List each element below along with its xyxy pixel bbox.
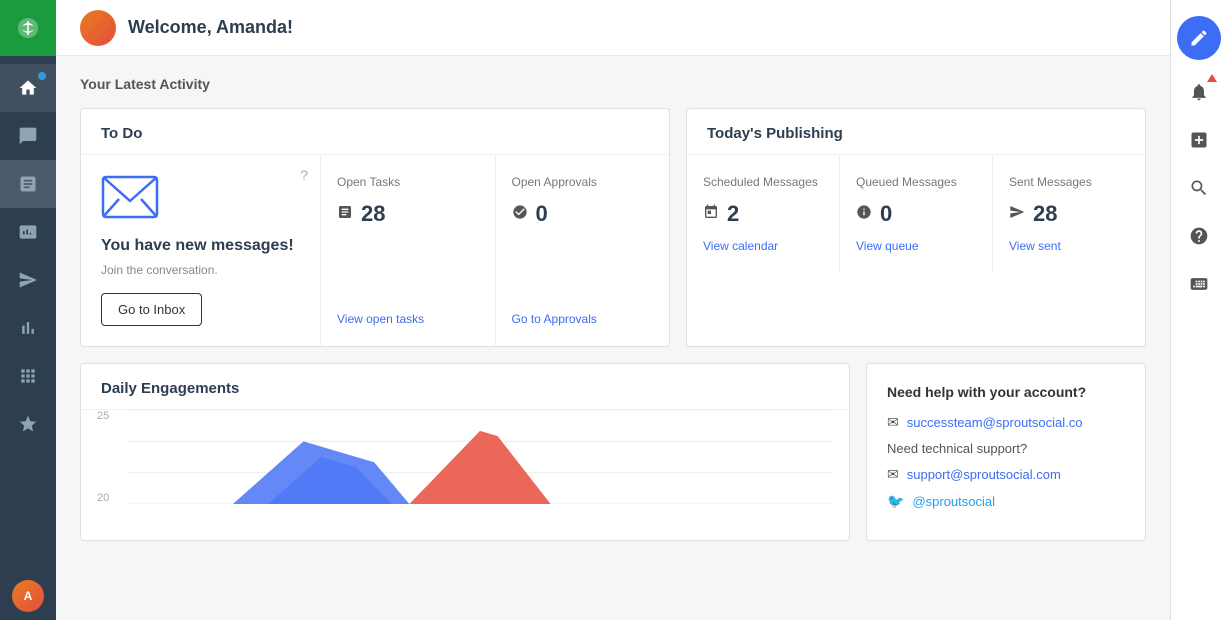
chart-svg-area (127, 410, 833, 504)
view-sent-link[interactable]: View sent (1009, 239, 1129, 253)
open-tasks-value-row: 28 (337, 201, 479, 227)
mail-envelope-icon (101, 175, 159, 219)
queued-label: Queued Messages (856, 175, 976, 189)
header-avatar (80, 10, 116, 46)
chart-container: 25 20 (81, 410, 849, 520)
twitter-link[interactable]: @sproutsocial (912, 494, 995, 509)
queue-icon (856, 204, 872, 225)
sidebar-item-apps[interactable] (0, 352, 56, 400)
approvals-icon (512, 204, 528, 225)
scheduled-col: Scheduled Messages 2 View calendar (687, 155, 840, 273)
sidebar-item-analytics[interactable] (0, 304, 56, 352)
open-tasks-value: 28 (361, 201, 385, 227)
open-approvals-label: Open Approvals (512, 175, 654, 189)
scheduled-label: Scheduled Messages (703, 175, 823, 189)
queued-value: 0 (880, 201, 892, 227)
messages-title: You have new messages! (101, 236, 294, 257)
sidebar-item-tasks[interactable] (0, 160, 56, 208)
sidebar-item-reports[interactable] (0, 208, 56, 256)
bottom-row: Daily Engagements 25 20 (80, 363, 1146, 541)
publishing-card: Today's Publishing Scheduled Messages 2 … (686, 108, 1146, 347)
add-button[interactable] (1175, 116, 1223, 164)
support-email-icon: ✉ (887, 466, 899, 483)
open-tasks-label: Open Tasks (337, 175, 479, 189)
mail-icon-wrapper (101, 175, 159, 224)
help-email-link[interactable]: successteam@sproutsocial.co (907, 415, 1083, 430)
sent-value-row: 28 (1009, 201, 1129, 227)
twitter-icon: 🐦 (887, 493, 904, 510)
open-approvals-value: 0 (536, 201, 548, 227)
todo-card-title: To Do (81, 109, 669, 155)
cards-row: To Do ? (80, 108, 1146, 347)
help-account-title: Need help with your account? (887, 384, 1125, 400)
view-queue-link[interactable]: View queue (856, 239, 976, 253)
go-to-inbox-button[interactable]: Go to Inbox (101, 293, 202, 326)
open-approvals-col: Open Approvals 0 Go to Approvals (496, 155, 670, 346)
help-card: Need help with your account? ✉ successte… (866, 363, 1146, 541)
scheduled-value-row: 2 (703, 201, 823, 227)
sidebar-item-messages[interactable] (0, 112, 56, 160)
chart-svg (127, 410, 833, 504)
compose-button[interactable] (1177, 16, 1221, 60)
tasks-icon (337, 204, 353, 225)
view-open-tasks-link[interactable]: View open tasks (337, 312, 479, 326)
header: Welcome, Amanda! (56, 0, 1170, 56)
support-title: Need technical support? (887, 441, 1125, 456)
engagement-card: Daily Engagements 25 20 (80, 363, 850, 541)
help-button[interactable] (1175, 212, 1223, 260)
main-content: Welcome, Amanda! Your Latest Activity To… (56, 0, 1170, 620)
open-tasks-col: Open Tasks 28 View open tasks (321, 155, 496, 346)
y-label-20: 20 (97, 492, 109, 504)
engagement-card-title: Daily Engagements (81, 364, 849, 410)
support-email-item: ✉ support@sproutsocial.com (887, 466, 1125, 483)
sent-label: Sent Messages (1009, 175, 1129, 189)
help-email-item: ✉ successteam@sproutsocial.co (887, 414, 1125, 431)
right-action-bar (1170, 0, 1226, 620)
open-approvals-value-row: 0 (512, 201, 654, 227)
page-title: Welcome, Amanda! (128, 17, 293, 38)
sidebar: A (0, 0, 56, 620)
sidebar-item-home[interactable] (0, 64, 56, 112)
sidebar-logo[interactable] (0, 0, 56, 56)
search-button[interactable] (1175, 164, 1223, 212)
help-icon[interactable]: ? (300, 167, 308, 183)
publishing-card-title: Today's Publishing (687, 109, 1145, 155)
todo-card: To Do ? (80, 108, 670, 347)
scheduled-value: 2 (727, 201, 739, 227)
publishing-inner: Scheduled Messages 2 View calendar Queue… (687, 155, 1145, 273)
keyboard-button[interactable] (1175, 260, 1223, 308)
todo-inner: ? You have new messages! Join the con (81, 155, 669, 346)
section-title: Your Latest Activity (80, 76, 1146, 92)
user-avatar: A (12, 580, 44, 612)
go-to-approvals-link[interactable]: Go to Approvals (512, 312, 654, 326)
calendar-icon (703, 204, 719, 225)
sidebar-item-publish[interactable] (0, 256, 56, 304)
queued-value-row: 0 (856, 201, 976, 227)
content-area: Your Latest Activity To Do ? (56, 56, 1170, 620)
chart-y-labels: 25 20 (97, 410, 109, 504)
email-icon: ✉ (887, 414, 899, 431)
sent-col: Sent Messages 28 View sent (993, 155, 1145, 273)
sent-value: 28 (1033, 201, 1057, 227)
todo-messages-section: ? You have new messages! Join the con (81, 155, 321, 346)
notification-badge (1207, 74, 1217, 82)
y-label-25: 25 (97, 410, 109, 422)
view-calendar-link[interactable]: View calendar (703, 239, 823, 253)
sidebar-nav (0, 56, 56, 572)
support-email-link[interactable]: support@sproutsocial.com (907, 467, 1061, 482)
todo-stats: Open Tasks 28 View open tasks Open (321, 155, 669, 346)
notification-button[interactable] (1175, 68, 1223, 116)
home-badge (38, 72, 46, 80)
twitter-item: 🐦 @sproutsocial (887, 493, 1125, 510)
sent-icon (1009, 204, 1025, 225)
sidebar-item-stars[interactable] (0, 400, 56, 448)
messages-sub: Join the conversation. (101, 263, 218, 277)
queued-col: Queued Messages 0 View queue (840, 155, 993, 273)
sidebar-avatar[interactable]: A (0, 572, 56, 620)
